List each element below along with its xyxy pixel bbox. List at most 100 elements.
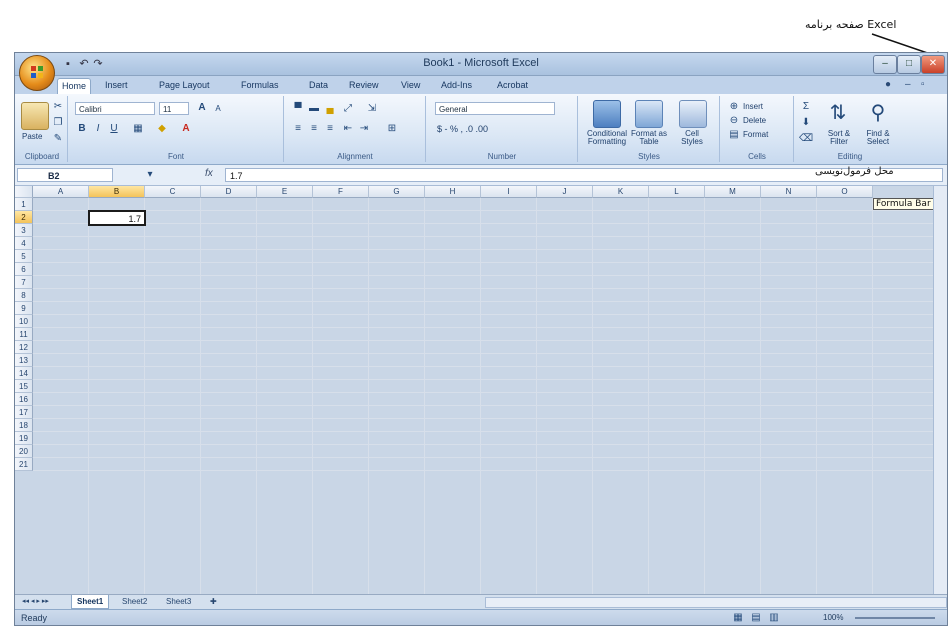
maximize-button[interactable]: □ [897,55,921,74]
font-color-icon[interactable]: A [179,122,193,136]
tab-page-layout[interactable]: Page Layout [155,78,214,93]
minimize-button[interactable]: – [873,55,897,74]
close-button[interactable]: ✕ [921,55,945,74]
align-left-icon[interactable]: ≡ [291,122,305,136]
format-cells-label[interactable]: Format [743,130,768,139]
row-header-3[interactable]: 3 [15,224,33,237]
copy-icon[interactable]: ❐ [51,116,65,130]
cell-b2[interactable]: 1.7 [88,210,146,226]
column-header-b[interactable]: B [89,186,145,198]
row-header-20[interactable]: 20 [15,445,33,458]
tab-data[interactable]: Data [305,78,332,93]
delete-cells-label[interactable]: Delete [743,116,766,125]
row-header-4[interactable]: 4 [15,237,33,250]
row-header-8[interactable]: 8 [15,289,33,302]
sheet-tab-2[interactable]: Sheet2 [117,595,152,608]
font-size-select[interactable]: 11 [159,102,189,115]
name-box[interactable]: B2 [17,168,113,182]
sheet-tab-3[interactable]: Sheet3 [161,595,196,608]
conditional-formatting-icon[interactable] [593,100,621,128]
fill-color-icon[interactable]: ◆ [155,122,169,136]
horizontal-scrollbar[interactable] [485,597,947,608]
italic-icon[interactable]: I [91,122,105,136]
row-header-1[interactable]: 1 [15,198,33,211]
grow-font-icon[interactable]: A [195,101,209,115]
insert-sheet-icon[interactable]: ✚ [205,595,222,608]
vertical-scrollbar[interactable] [933,186,947,594]
tab-insert[interactable]: Insert [101,78,132,93]
align-right-icon[interactable]: ≡ [323,122,337,136]
autosum-icon[interactable]: Σ [799,100,813,114]
find-select-icon[interactable]: ⚲ [865,100,891,126]
zoom-slider[interactable] [855,617,935,619]
column-header-g[interactable]: G [369,186,425,198]
column-header-o[interactable]: O [817,186,873,198]
tab-formulas[interactable]: Formulas [237,78,283,93]
format-cells-icon[interactable]: ▤ [727,128,741,142]
office-button[interactable] [19,55,55,91]
row-header-13[interactable]: 13 [15,354,33,367]
row-header-6[interactable]: 6 [15,263,33,276]
insert-cells-label[interactable]: Insert [743,102,763,111]
row-header-19[interactable]: 19 [15,432,33,445]
row-header-15[interactable]: 15 [15,380,33,393]
fill-icon[interactable]: ⬇ [799,116,813,130]
row-header-17[interactable]: 17 [15,406,33,419]
format-as-table-icon[interactable] [635,100,663,128]
column-header-k[interactable]: K [593,186,649,198]
sort-filter-icon[interactable]: ⇅ [825,100,851,126]
column-header-e[interactable]: E [257,186,313,198]
orientation-icon[interactable]: ⤢ [341,102,355,116]
merge-center-icon[interactable]: ⊞ [385,122,399,136]
row-header-2[interactable]: 2 [15,211,33,224]
clear-icon[interactable]: ⌫ [799,132,813,146]
cell-styles-icon[interactable] [679,100,707,128]
row-header-5[interactable]: 5 [15,250,33,263]
delete-cells-icon[interactable]: ⊖ [727,114,741,128]
increase-indent-icon[interactable]: ⇥ [357,122,371,136]
name-box-dropdown-icon[interactable]: ▾ [143,168,157,182]
row-header-7[interactable]: 7 [15,276,33,289]
page-layout-view-icon[interactable]: ▤ [749,611,763,625]
column-header-j[interactable]: J [537,186,593,198]
page-break-view-icon[interactable]: ▥ [767,611,781,625]
underline-icon[interactable]: U [107,122,121,136]
zoom-level[interactable]: 100% [823,613,843,622]
number-format-buttons[interactable]: $ - % , .0 .00 [437,124,488,134]
row-header-12[interactable]: 12 [15,341,33,354]
column-header-c[interactable]: C [145,186,201,198]
column-header-l[interactable]: L [649,186,705,198]
row-header-16[interactable]: 16 [15,393,33,406]
column-header-f[interactable]: F [313,186,369,198]
tab-home[interactable]: Home [57,78,92,94]
column-header-i[interactable]: I [481,186,537,198]
bold-icon[interactable]: B [75,122,89,136]
insert-function-icon[interactable]: fx [205,168,213,179]
tab-acrobat[interactable]: Acrobat [493,78,532,93]
align-top-icon[interactable]: ▀ [291,102,305,116]
sheet-tab-1[interactable]: Sheet1 [71,595,110,609]
tab-review[interactable]: Review [345,78,383,93]
format-painter-icon[interactable]: ✎ [51,132,65,146]
row-header-18[interactable]: 18 [15,419,33,432]
row-header-21[interactable]: 21 [15,458,33,471]
column-header-n[interactable]: N [761,186,817,198]
row-header-10[interactable]: 10 [15,315,33,328]
number-format-select[interactable]: General [435,102,555,115]
tab-add-ins[interactable]: Add-Ins [437,78,476,93]
column-header-h[interactable]: H [425,186,481,198]
insert-cells-icon[interactable]: ⊕ [727,100,741,114]
column-header-m[interactable]: M [705,186,761,198]
column-header-a[interactable]: A [33,186,89,198]
decrease-indent-icon[interactable]: ⇤ [341,122,355,136]
align-middle-icon[interactable]: ▬ [307,102,321,116]
row-header-9[interactable]: 9 [15,302,33,315]
ribbon-minimize-icon[interactable]: – [905,79,911,90]
sheet-nav-icon[interactable]: ◂◂ ◂ ▸ ▸▸ [17,595,54,608]
wrap-text-icon[interactable]: ⇲ [365,102,379,116]
font-name-select[interactable]: Calibri [75,102,155,115]
borders-icon[interactable]: ▦ [131,122,145,136]
cut-icon[interactable]: ✂ [51,100,65,114]
tab-view[interactable]: View [397,78,424,93]
align-bottom-icon[interactable]: ▄ [323,102,337,116]
